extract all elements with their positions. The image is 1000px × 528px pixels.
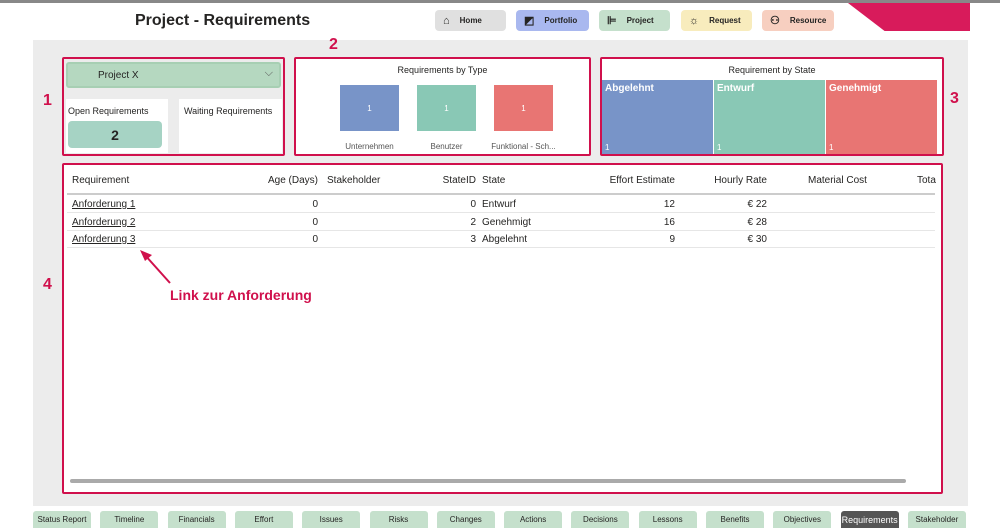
tile-value: 1: [717, 143, 722, 152]
nav-label: Home: [459, 16, 482, 25]
nav-label: Project: [626, 16, 654, 25]
table-cell: Entwurf: [482, 199, 516, 210]
tile-label: Genehmigt: [829, 83, 882, 94]
table-cell: 3: [470, 234, 476, 245]
annotation-4: 4: [43, 276, 52, 293]
tab-effort[interactable]: Effort: [234, 511, 293, 528]
column-header[interactable]: Stakeholder: [327, 175, 380, 186]
nav-resource-button[interactable]: ⚇ Resource: [762, 10, 834, 31]
chart-title: Requirement by State: [728, 65, 816, 75]
chevron-down-icon: ⌵: [264, 67, 273, 79]
chart-title: Requirements by Type: [397, 65, 488, 75]
tile-label: Entwurf: [717, 83, 755, 94]
column-header[interactable]: Requirement: [72, 175, 129, 186]
table-cell: 0: [312, 234, 318, 245]
tab-requirements[interactable]: Requirements: [840, 511, 899, 528]
table-cell: € 30: [747, 234, 767, 245]
nav-label: Resource: [789, 16, 827, 25]
annotation-3: 3: [950, 90, 959, 107]
tab-status-report[interactable]: Status Report: [33, 511, 91, 528]
column-header[interactable]: Material Cost: [808, 175, 867, 186]
column-header[interactable]: Effort Estimate: [610, 175, 675, 186]
waiting-label: Waiting Requirements: [184, 106, 273, 116]
brand-triangle: [848, 3, 970, 31]
table-cell: Genehmigt: [482, 216, 531, 228]
tile-value: 1: [829, 143, 834, 152]
tab-stakeholder[interactable]: Stakeholder: [907, 511, 966, 528]
table-cell: Abgelehnt: [482, 234, 528, 245]
treemap-tile[interactable]: Abgelehnt 1: [602, 80, 713, 154]
column-header[interactable]: Hourly Rate: [714, 175, 767, 186]
top-border: [0, 0, 1000, 3]
arrow-icon: [140, 250, 171, 284]
row-divider: [67, 229, 935, 231]
requirements-by-type-chart: Requirements by Type 1 Unternehmen 1 Benutz…: [294, 57, 591, 156]
nav-request-button[interactable]: ☼ Request: [681, 10, 752, 31]
tab-financials[interactable]: Financials: [167, 511, 226, 528]
table-cell: 0: [470, 199, 476, 210]
tab-timeline[interactable]: Timeline: [100, 511, 159, 528]
horizontal-scrollbar[interactable]: [70, 479, 906, 483]
treemap-tile[interactable]: Entwurf 1: [714, 80, 825, 154]
table-cell: 2: [470, 216, 476, 228]
link-annotation: Link zur Anforderung: [170, 287, 312, 303]
lightbulb-icon: ☼: [689, 14, 700, 27]
column-header[interactable]: Tota: [917, 175, 936, 186]
dropdown-value: Project X: [98, 70, 139, 81]
treemap-tile[interactable]: Genehmigt 1: [826, 80, 937, 154]
table-cell: € 22: [747, 199, 767, 210]
column-header[interactable]: StateID: [443, 175, 476, 186]
open-label: Open Requirements: [68, 106, 149, 116]
tile-label: Abgelehnt: [605, 83, 654, 94]
gantt-icon: ⊫: [607, 15, 617, 27]
tab-actions[interactable]: Actions: [504, 511, 563, 528]
requirement-by-state-treemap: Requirement by State Abgelehnt 1 Entwurf 1 G…: [600, 57, 944, 156]
bar: 1: [417, 85, 476, 131]
column-header[interactable]: State: [482, 175, 505, 186]
tile-value: 1: [605, 143, 610, 152]
requirement-link[interactable]: Anforderung 3: [72, 234, 135, 245]
tab-lessons[interactable]: Lessons: [638, 511, 697, 528]
tab-objectives[interactable]: Objectives: [773, 511, 832, 528]
annotation-1: 1: [43, 92, 52, 109]
column-header[interactable]: Age (Days): [268, 175, 318, 186]
annotation-2: 2: [329, 36, 338, 53]
tab-risks[interactable]: Risks: [369, 511, 428, 528]
tab-benefits[interactable]: Benefits: [706, 511, 764, 528]
tab-decisions[interactable]: Decisions: [571, 511, 630, 528]
home-icon: ⌂: [443, 14, 450, 27]
chart-icon: ◩: [524, 15, 535, 27]
nav-home-button[interactable]: ⌂ Home: [435, 10, 506, 31]
nav-project-button[interactable]: ⊫ Project: [599, 10, 670, 31]
header-divider: [67, 193, 935, 195]
x-tick-label: Funktional - Sch...: [491, 142, 556, 151]
row-divider: [67, 212, 935, 213]
tab-issues[interactable]: Issues: [302, 511, 361, 528]
table-cell: 12: [663, 199, 675, 210]
requirement-link[interactable]: Anforderung 2: [72, 217, 135, 228]
nav-label: Portfolio: [544, 16, 578, 25]
page-title: Project - Requirements: [135, 12, 311, 29]
open-value: 2: [68, 121, 162, 148]
project-dropdown[interactable]: Project X ⌵: [66, 62, 281, 88]
bar: 1: [340, 85, 399, 131]
tab-changes[interactable]: Changes: [436, 511, 495, 528]
nav-portfolio-button[interactable]: ◩ Portfolio: [516, 10, 589, 31]
table-cell: 0: [312, 216, 318, 228]
table-cell: 9: [669, 234, 675, 245]
table-cell: 16: [663, 216, 675, 228]
bar: 1: [494, 85, 553, 131]
people-icon: ⚇: [770, 15, 780, 27]
table-cell: 0: [312, 199, 318, 210]
waiting-requirements-card: Waiting Requirements: [179, 99, 282, 153]
open-requirements-card: Open Requirements 2: [66, 99, 168, 153]
row-divider: [67, 247, 935, 248]
requirement-link[interactable]: Anforderung 1: [72, 199, 135, 210]
nav-label: Request: [709, 16, 741, 25]
table-cell: € 28: [747, 216, 767, 228]
